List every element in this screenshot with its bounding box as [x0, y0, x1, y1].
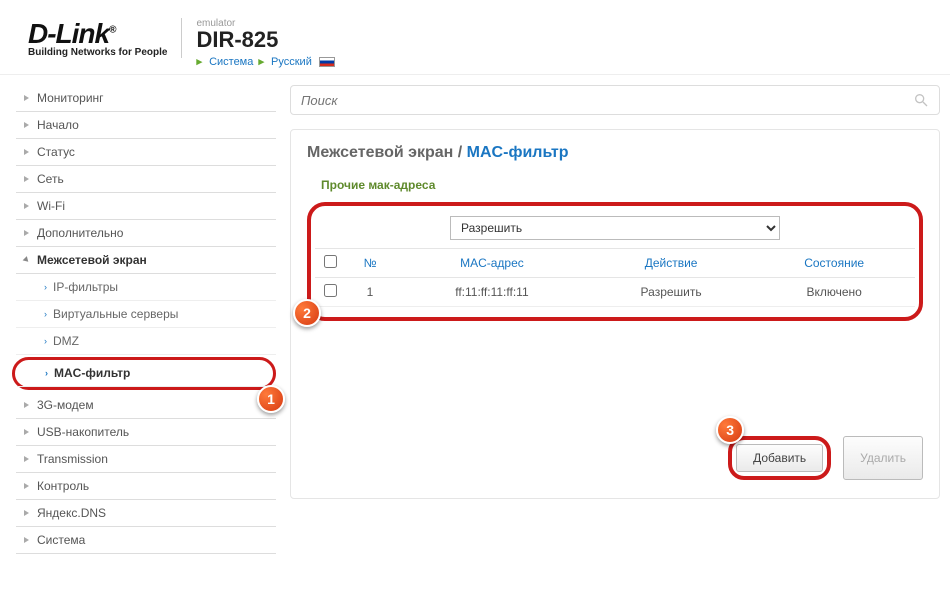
main-content: Межсетевой экран / MAC-фильтр Прочие мак…: [290, 85, 940, 554]
sidebar-item-label: Начало: [37, 118, 79, 132]
sidebar-item-label: Контроль: [37, 479, 89, 493]
page-title-main: MAC-фильтр: [467, 144, 569, 161]
page-title: Межсетевой экран / MAC-фильтр: [307, 144, 923, 162]
chevron-right-icon: ▸: [258, 56, 264, 68]
button-row: 3 Добавить Удалить: [307, 428, 923, 480]
sidebar: Мониторинг Начало Статус Сеть Wi-Fi Допо…: [16, 85, 276, 554]
breadcrumb-language[interactable]: Русский: [271, 56, 312, 68]
model-block: emulator DIR-825 ▸ Система ▸ Русский: [196, 18, 334, 68]
bullet-icon: [24, 203, 29, 209]
header: D-Link® Building Networks for People emu…: [0, 0, 950, 75]
bullet-icon: [24, 122, 29, 128]
content-panel: Межсетевой экран / MAC-фильтр Прочие мак…: [290, 129, 940, 499]
annotation-badge-3: 3: [716, 416, 744, 444]
annotation-highlight-1: ›MAC-фильтр 1: [12, 357, 276, 390]
cell-num: 1: [345, 278, 395, 307]
sidebar-item-network[interactable]: Сеть: [16, 166, 276, 193]
add-button[interactable]: Добавить: [736, 444, 823, 472]
breadcrumb: ▸ Система ▸ Русский: [196, 55, 334, 68]
brand-tagline: Building Networks for People: [28, 47, 167, 58]
flag-ru-icon: [319, 57, 335, 67]
sidebar-sub-ip-filters[interactable]: › IP-фильтры: [16, 274, 276, 301]
bullet-icon: [24, 402, 29, 408]
search-icon: [913, 92, 929, 108]
delete-button: Удалить: [843, 436, 923, 480]
sidebar-item-label: 3G-модем: [37, 398, 94, 412]
bullet-icon: [23, 256, 31, 264]
cell-state: Включено: [753, 278, 915, 307]
sidebar-item-start[interactable]: Начало: [16, 112, 276, 139]
bullet-icon: [24, 537, 29, 543]
bullet-icon: [24, 149, 29, 155]
sidebar-item-wifi[interactable]: Wi-Fi: [16, 193, 276, 220]
dropdown-row: Разрешить: [315, 212, 915, 248]
sidebar-item-label: USB-накопитель: [37, 425, 129, 439]
bullet-icon: [24, 95, 29, 101]
bullet-icon: [24, 230, 29, 236]
sidebar-item-3g-modem[interactable]: 3G-модем: [16, 392, 276, 419]
page-title-prefix: Межсетевой экран /: [307, 144, 462, 161]
bullet-icon: [24, 429, 29, 435]
sidebar-item-yandex-dns[interactable]: Яндекс.DNS: [16, 500, 276, 527]
sidebar-sub-dmz[interactable]: › DMZ: [16, 328, 276, 355]
sidebar-item-monitoring[interactable]: Мониторинг: [16, 85, 276, 112]
annotation-badge-2: 2: [293, 299, 321, 327]
sidebar-item-label: Виртуальные серверы: [53, 307, 178, 321]
search-bar[interactable]: [290, 85, 940, 115]
table-row[interactable]: 1 ff:11:ff:11:ff:11 Разрешить Включено: [315, 278, 915, 307]
cell-action: Разрешить: [589, 278, 753, 307]
sidebar-sub-virtual-servers[interactable]: › Виртуальные серверы: [16, 301, 276, 328]
select-all-checkbox[interactable]: [324, 255, 337, 268]
sidebar-item-label: Межсетевой экран: [37, 253, 147, 267]
logo-block: D-Link® Building Networks for People: [28, 18, 182, 58]
bullet-icon: [24, 483, 29, 489]
mac-filter-table: № MAC-адрес Действие Состояние 1 ff:11:f…: [315, 248, 915, 307]
cell-mac: ff:11:ff:11:ff:11: [395, 278, 589, 307]
sidebar-item-label: Яндекс.DNS: [37, 506, 106, 520]
col-mac: MAC-адрес: [395, 249, 589, 278]
sidebar-item-system[interactable]: Система: [16, 527, 276, 554]
sidebar-item-label: Статус: [37, 145, 75, 159]
col-num: №: [345, 249, 395, 278]
sidebar-item-label: Сеть: [37, 172, 64, 186]
section-title: Прочие мак-адреса: [321, 178, 923, 192]
model-name: DIR-825: [196, 27, 334, 53]
chevron-right-icon: ›: [44, 282, 47, 292]
annotation-highlight-3: 3 Добавить: [728, 436, 831, 480]
search-input[interactable]: [301, 93, 913, 108]
sidebar-item-label: Transmission: [37, 452, 108, 466]
chevron-right-icon: ▸: [196, 56, 202, 68]
sidebar-item-label: Дополнительно: [37, 226, 123, 240]
sidebar-item-label: Система: [37, 533, 85, 547]
sidebar-item-label: Мониторинг: [37, 91, 104, 105]
sidebar-item-firewall[interactable]: Межсетевой экран: [16, 247, 276, 274]
col-action: Действие: [589, 249, 753, 278]
sidebar-item-label: DMZ: [53, 334, 79, 348]
annotation-highlight-2: 2 Разрешить № MAC-адрес Действие Состоян…: [307, 202, 923, 321]
sidebar-item-label: IP-фильтры: [53, 280, 118, 294]
chevron-right-icon: ›: [44, 336, 47, 346]
sidebar-item-status[interactable]: Статус: [16, 139, 276, 166]
annotation-badge-1: 1: [257, 385, 285, 413]
sidebar-item-control[interactable]: Контроль: [16, 473, 276, 500]
bullet-icon: [24, 510, 29, 516]
row-checkbox[interactable]: [324, 284, 337, 297]
default-action-select[interactable]: Разрешить: [450, 216, 780, 240]
col-state: Состояние: [753, 249, 915, 278]
sidebar-sub-mac-filter[interactable]: › MAC-фильтр: [17, 360, 271, 387]
breadcrumb-system[interactable]: Система: [209, 56, 253, 68]
chevron-right-icon: ›: [44, 309, 47, 319]
chevron-right-icon: ›: [45, 368, 48, 378]
sidebar-item-label: Wi-Fi: [37, 199, 65, 213]
sidebar-item-usb-storage[interactable]: USB-накопитель: [16, 419, 276, 446]
sidebar-item-label: MAC-фильтр: [54, 366, 130, 380]
bullet-icon: [24, 176, 29, 182]
sidebar-item-advanced[interactable]: Дополнительно: [16, 220, 276, 247]
brand-logo: D-Link®: [28, 18, 167, 50]
bullet-icon: [24, 456, 29, 462]
sidebar-item-transmission[interactable]: Transmission: [16, 446, 276, 473]
